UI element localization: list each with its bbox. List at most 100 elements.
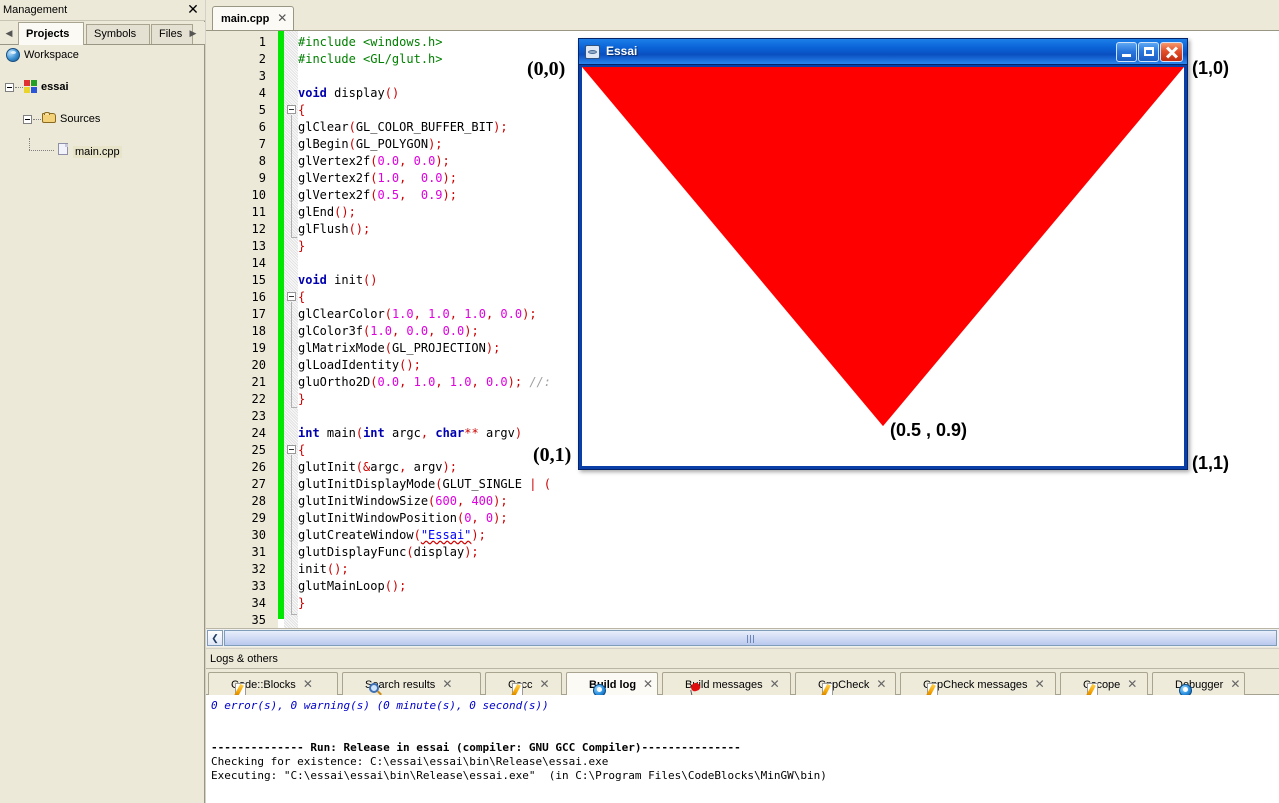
- code-line[interactable]: glutMainLoop();: [298, 578, 406, 595]
- code-line[interactable]: glutDisplayFunc(display);: [298, 544, 479, 561]
- file-icon: [58, 143, 69, 156]
- code-folding-column[interactable]: [284, 31, 298, 628]
- code-line[interactable]: init();: [298, 561, 349, 578]
- management-panel: Management ✕ ◀ Projects Symbols Files ▶ …: [0, 0, 205, 803]
- tree-item-main-cpp[interactable]: main.cpp: [0, 138, 205, 160]
- log-tab-cppcheck-messages[interactable]: CppCheck messages ✕: [900, 672, 1056, 695]
- fold-line: [291, 302, 292, 407]
- close-icon[interactable]: [1160, 42, 1183, 62]
- code-line[interactable]: }: [298, 391, 305, 408]
- tree-item-essai[interactable]: essai: [0, 79, 205, 95]
- code-line[interactable]: glFlush();: [298, 221, 370, 238]
- close-icon[interactable]: ✕: [303, 673, 313, 695]
- code-line[interactable]: glutCreateWindow("Essai");: [298, 527, 486, 544]
- log-tab-debugger[interactable]: Debugger ✕: [1152, 672, 1245, 695]
- close-icon[interactable]: ✕: [1230, 673, 1240, 695]
- editor-tabstrip: main.cpp ✕: [206, 0, 1279, 30]
- code-line[interactable]: glColor3f(1.0, 0.0, 0.0);: [298, 323, 479, 340]
- tab-scroll-right-icon[interactable]: ▶: [186, 25, 200, 42]
- maximize-icon[interactable]: [1138, 42, 1159, 62]
- line-number: 26: [251, 460, 266, 474]
- expander-icon[interactable]: [5, 83, 14, 92]
- code-line[interactable]: }: [298, 238, 305, 255]
- code-line[interactable]: glClearColor(1.0, 1.0, 1.0, 0.0);: [298, 306, 537, 323]
- log-tab-build-log[interactable]: Build log ✕: [566, 672, 658, 695]
- line-number: 11: [251, 205, 266, 219]
- tree-item-label: Workspace: [24, 49, 79, 61]
- code-line[interactable]: glVertex2f(0.5, 0.9);: [298, 187, 457, 204]
- code-line[interactable]: void init(): [298, 272, 378, 289]
- log-tab-cscope[interactable]: Cscope ✕: [1060, 672, 1148, 695]
- editor-tab-main-cpp[interactable]: main.cpp ✕: [212, 6, 295, 30]
- code-line[interactable]: int main(int argc, char** argv): [298, 425, 522, 442]
- line-number: 34: [251, 596, 266, 610]
- scroll-left-icon[interactable]: ❮: [207, 630, 223, 646]
- code-line[interactable]: void display(): [298, 85, 399, 102]
- code-line[interactable]: glVertex2f(1.0, 0.0);: [298, 170, 457, 187]
- code-line[interactable]: {: [298, 442, 305, 459]
- tree-item-sources[interactable]: Sources: [0, 111, 205, 127]
- tab-symbols[interactable]: Symbols: [86, 24, 150, 44]
- fold-toggle-init[interactable]: [287, 292, 296, 301]
- log-tab-cppcheck[interactable]: CppCheck ✕: [795, 672, 896, 695]
- code-line[interactable]: #include <GL/glut.h>: [298, 51, 443, 68]
- log-line: 0 error(s), 0 warning(s) (0 minute(s), 0…: [211, 699, 549, 712]
- coordinate-label: (1,1): [1192, 453, 1230, 473]
- tree-item-label: main.cpp: [73, 146, 122, 158]
- fold-line: [291, 115, 292, 237]
- close-icon[interactable]: ✕: [1035, 673, 1045, 695]
- tab-scroll-left-icon[interactable]: ◀: [2, 25, 16, 42]
- line-number: 24: [251, 426, 266, 440]
- log-tab-search-results[interactable]: Search results ✕: [342, 672, 481, 695]
- essai-opengl-window[interactable]: Essai: [578, 38, 1188, 470]
- scrollbar-thumb[interactable]: [224, 630, 1277, 646]
- essai-titlebar[interactable]: Essai: [579, 39, 1187, 65]
- log-tab-code-blocks[interactable]: Code::Blocks ✕: [208, 672, 338, 695]
- close-icon[interactable]: ✕: [539, 673, 549, 695]
- code-line[interactable]: glLoadIdentity();: [298, 357, 421, 374]
- line-number: 28: [251, 494, 266, 508]
- close-icon[interactable]: ✕: [185, 2, 201, 18]
- close-icon[interactable]: ✕: [1127, 673, 1137, 695]
- code-line[interactable]: glVertex2f(0.0, 0.0);: [298, 153, 450, 170]
- code-line[interactable]: glutInitWindowPosition(0, 0);: [298, 510, 508, 527]
- code-line[interactable]: {: [298, 289, 305, 306]
- close-icon[interactable]: ✕: [876, 673, 886, 695]
- line-number: 32: [251, 562, 266, 576]
- tab-projects[interactable]: Projects: [18, 22, 84, 45]
- code-line[interactable]: glEnd();: [298, 204, 356, 221]
- editor-horizontal-scrollbar[interactable]: ❮: [206, 628, 1279, 647]
- code-line[interactable]: glutInitWindowSize(600, 400);: [298, 493, 508, 510]
- application-icon: [585, 45, 600, 59]
- fold-toggle-main[interactable]: [287, 445, 296, 454]
- code-line[interactable]: glutInitDisplayMode(GLUT_SINGLE | (: [298, 476, 551, 493]
- line-number: 16: [251, 290, 266, 304]
- fold-toggle-display[interactable]: [287, 105, 296, 114]
- tree-connector: [29, 150, 54, 151]
- expander-icon[interactable]: [23, 115, 32, 124]
- code-line[interactable]: {: [298, 102, 305, 119]
- log-tab-build-messages[interactable]: Build messages ✕: [662, 672, 791, 695]
- code-line[interactable]: gluOrtho2D(0.0, 1.0, 1.0, 0.0); //:: [298, 374, 551, 391]
- minimize-icon[interactable]: [1116, 42, 1137, 62]
- line-number: 2: [258, 52, 266, 66]
- line-number: 7: [258, 137, 266, 151]
- code-line[interactable]: glBegin(GL_POLYGON);: [298, 136, 443, 153]
- close-icon[interactable]: ✕: [770, 673, 780, 695]
- tree-item-workspace[interactable]: Workspace: [0, 47, 205, 63]
- close-icon[interactable]: ✕: [643, 673, 653, 695]
- line-number: 12: [251, 222, 266, 236]
- opengl-canvas[interactable]: [582, 67, 1184, 466]
- build-log-output[interactable]: 0 error(s), 0 warning(s) (0 minute(s), 0…: [206, 695, 1279, 803]
- close-icon[interactable]: ✕: [277, 7, 287, 30]
- log-tab-cccc[interactable]: Cccc ✕: [485, 672, 562, 695]
- scrollbar-track[interactable]: [224, 630, 1277, 646]
- fold-line-end: [291, 237, 297, 238]
- coordinate-label: (0,0): [527, 58, 566, 80]
- code-line[interactable]: }: [298, 595, 305, 612]
- close-icon[interactable]: ✕: [442, 673, 452, 695]
- code-line[interactable]: glMatrixMode(GL_PROJECTION);: [298, 340, 500, 357]
- code-line[interactable]: #include <windows.h>: [298, 34, 443, 51]
- code-line[interactable]: glutInit(&argc, argv);: [298, 459, 457, 476]
- code-line[interactable]: glClear(GL_COLOR_BUFFER_BIT);: [298, 119, 508, 136]
